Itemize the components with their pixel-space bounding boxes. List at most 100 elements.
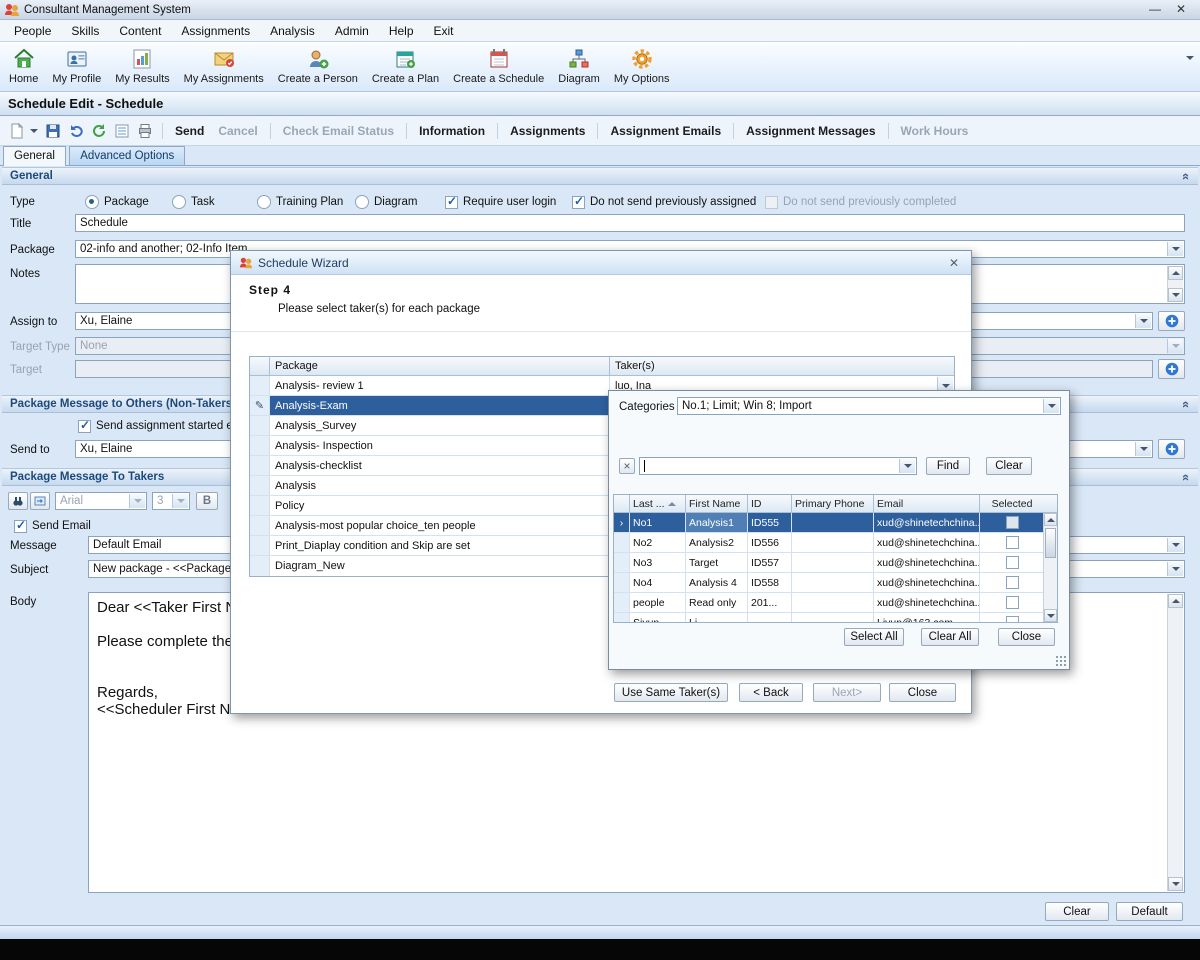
scroll-up-icon[interactable] bbox=[1168, 266, 1183, 280]
first-name-cell[interactable]: Analysis1 bbox=[686, 513, 748, 532]
checkbox-icon[interactable] bbox=[1006, 576, 1019, 589]
column-header-email[interactable]: Email bbox=[874, 495, 980, 512]
last-name-cell[interactable]: Siyun bbox=[630, 613, 686, 623]
toolbar-create-schedule-button[interactable]: Create a Schedule bbox=[446, 44, 551, 87]
dialog-title-bar[interactable]: Schedule Wizard ✕ bbox=[231, 251, 971, 275]
column-header-first-name[interactable]: First Name bbox=[686, 495, 748, 512]
last-name-cell[interactable]: No4 bbox=[630, 573, 686, 592]
email-cell[interactable]: xud@shinetechchina... bbox=[874, 513, 980, 532]
id-cell[interactable]: ID556 bbox=[748, 533, 792, 552]
menu-help[interactable]: Help bbox=[379, 21, 424, 41]
menu-admin[interactable]: Admin bbox=[325, 21, 379, 41]
phone-cell[interactable] bbox=[792, 593, 874, 612]
column-header-last-name[interactable]: Last ... bbox=[630, 495, 686, 512]
menu-analysis[interactable]: Analysis bbox=[260, 21, 325, 41]
toolbar-create-plan-button[interactable]: Create a Plan bbox=[365, 44, 446, 87]
package-cell[interactable]: Analysis-most popular choice_ten people bbox=[270, 516, 610, 535]
package-cell[interactable]: Analysis_Survey bbox=[270, 416, 610, 435]
first-name-cell[interactable]: Target bbox=[686, 553, 748, 572]
dropdown-arrow-icon[interactable] bbox=[899, 459, 915, 473]
id-cell[interactable]: ID557 bbox=[748, 553, 792, 572]
checkbox-icon[interactable] bbox=[1006, 556, 1019, 569]
notes-scrollbar[interactable] bbox=[1167, 266, 1183, 302]
select-all-button[interactable]: Select All bbox=[844, 628, 904, 646]
radio-task[interactable]: Task bbox=[172, 194, 215, 210]
phone-cell[interactable] bbox=[792, 613, 874, 623]
title-input[interactable]: Schedule bbox=[75, 214, 1185, 232]
id-cell[interactable]: 201... bbox=[748, 593, 792, 612]
checkbox-icon[interactable] bbox=[1006, 596, 1019, 609]
phone-cell[interactable] bbox=[792, 513, 874, 532]
list-icon[interactable] bbox=[111, 120, 133, 142]
close-icon[interactable]: ✕ bbox=[1170, 2, 1192, 16]
column-header-id[interactable]: ID bbox=[748, 495, 792, 512]
phone-cell[interactable] bbox=[792, 533, 874, 552]
people-row[interactable]: No2 Analysis2 ID556 xud@shinetechchina..… bbox=[614, 533, 1057, 553]
default-button[interactable]: Default bbox=[1116, 902, 1183, 921]
toolbar-my-options-button[interactable]: My Options bbox=[607, 44, 677, 87]
toolbar-home-button[interactable]: Home bbox=[2, 44, 45, 87]
first-name-cell[interactable]: Li... bbox=[686, 613, 748, 623]
collapse-chevron-icon[interactable]: « bbox=[1179, 400, 1194, 407]
radio-diagram[interactable]: Diagram bbox=[355, 194, 417, 210]
first-name-cell[interactable]: Analysis2 bbox=[686, 533, 748, 552]
toolbar-create-person-button[interactable]: Create a Person bbox=[271, 44, 365, 87]
merge-field-button[interactable] bbox=[30, 492, 50, 510]
send-to-add-button[interactable] bbox=[1158, 439, 1185, 459]
package-cell[interactable]: Analysis- review 1 bbox=[270, 376, 610, 395]
column-header-selected[interactable]: Selected bbox=[980, 495, 1044, 512]
phone-cell[interactable] bbox=[792, 573, 874, 592]
menu-skills[interactable]: Skills bbox=[61, 21, 109, 41]
package-cell[interactable]: Analysis-Exam bbox=[270, 396, 610, 415]
dropdown-arrow-icon[interactable] bbox=[1167, 538, 1183, 552]
email-cell[interactable]: xud@shinetechchina... bbox=[874, 553, 980, 572]
body-scrollbar[interactable] bbox=[1167, 594, 1183, 891]
column-header-primary-phone[interactable]: Primary Phone bbox=[792, 495, 874, 512]
package-cell[interactable]: Analysis bbox=[270, 476, 610, 495]
dropdown-arrow-icon[interactable] bbox=[1135, 314, 1151, 328]
scroll-down-icon[interactable] bbox=[1168, 288, 1183, 302]
wizard-close-button[interactable]: Close bbox=[889, 683, 956, 702]
toolbar-my-assignments-button[interactable]: My Assignments bbox=[177, 44, 271, 87]
people-row-selected[interactable]: › No1 Analysis1 ID555 xud@shinetechchina… bbox=[614, 513, 1057, 533]
undo-icon[interactable] bbox=[65, 120, 87, 142]
refresh-icon[interactable] bbox=[88, 120, 110, 142]
toolbar-diagram-button[interactable]: Diagram bbox=[551, 44, 607, 87]
package-cell[interactable]: Analysis- Inspection bbox=[270, 436, 610, 455]
email-cell[interactable]: xud@shinetechchina... bbox=[874, 593, 980, 612]
dialog-close-icon[interactable]: ✕ bbox=[945, 256, 963, 270]
categories-combobox[interactable]: No.1; Limit; Win 8; Import bbox=[677, 397, 1061, 415]
dropdown-arrow-icon[interactable] bbox=[1043, 399, 1059, 413]
back-button[interactable]: < Back bbox=[739, 683, 803, 702]
bold-button[interactable]: B bbox=[196, 492, 218, 510]
new-document-icon[interactable] bbox=[6, 120, 28, 142]
scrollbar-thumb[interactable] bbox=[1045, 528, 1056, 558]
assignment-messages-button[interactable]: Assignment Messages bbox=[739, 120, 882, 142]
menu-content[interactable]: Content bbox=[109, 21, 171, 41]
collapse-chevron-icon[interactable]: « bbox=[1179, 172, 1194, 179]
checkbox-require-user-login[interactable]: Require user login bbox=[445, 194, 556, 210]
selected-cell[interactable] bbox=[980, 613, 1044, 623]
people-row[interactable]: No4 Analysis 4 ID558 xud@shinetechchina.… bbox=[614, 573, 1057, 593]
scroll-down-icon[interactable] bbox=[1168, 877, 1183, 891]
package-cell[interactable]: Analysis-checklist bbox=[270, 456, 610, 475]
menu-exit[interactable]: Exit bbox=[424, 21, 464, 41]
people-row[interactable]: Siyun Li... Liyun@163.com bbox=[614, 613, 1057, 623]
group-header-general[interactable]: General « bbox=[2, 167, 1198, 185]
dropdown-arrow-icon[interactable] bbox=[1135, 442, 1151, 456]
scroll-up-icon[interactable] bbox=[1168, 594, 1183, 608]
tab-general[interactable]: General bbox=[3, 146, 66, 166]
column-header-package[interactable]: Package bbox=[270, 357, 610, 375]
minimize-icon[interactable]: — bbox=[1144, 2, 1166, 16]
email-cell[interactable]: xud@shinetechchina... bbox=[874, 573, 980, 592]
menu-people[interactable]: People bbox=[4, 21, 61, 41]
id-cell[interactable]: ID555 bbox=[748, 513, 792, 532]
checkbox-send-email[interactable]: Send Email bbox=[14, 518, 91, 534]
checkbox-send-assignment-started-email[interactable]: Send assignment started email bbox=[78, 418, 254, 434]
checkbox-icon[interactable] bbox=[1006, 616, 1019, 623]
tab-advanced-options[interactable]: Advanced Options bbox=[69, 146, 185, 165]
dropdown-arrow-icon[interactable] bbox=[172, 494, 188, 508]
font-size-combobox[interactable]: 3 bbox=[152, 492, 190, 510]
selected-cell[interactable] bbox=[980, 533, 1044, 552]
phone-cell[interactable] bbox=[792, 553, 874, 572]
